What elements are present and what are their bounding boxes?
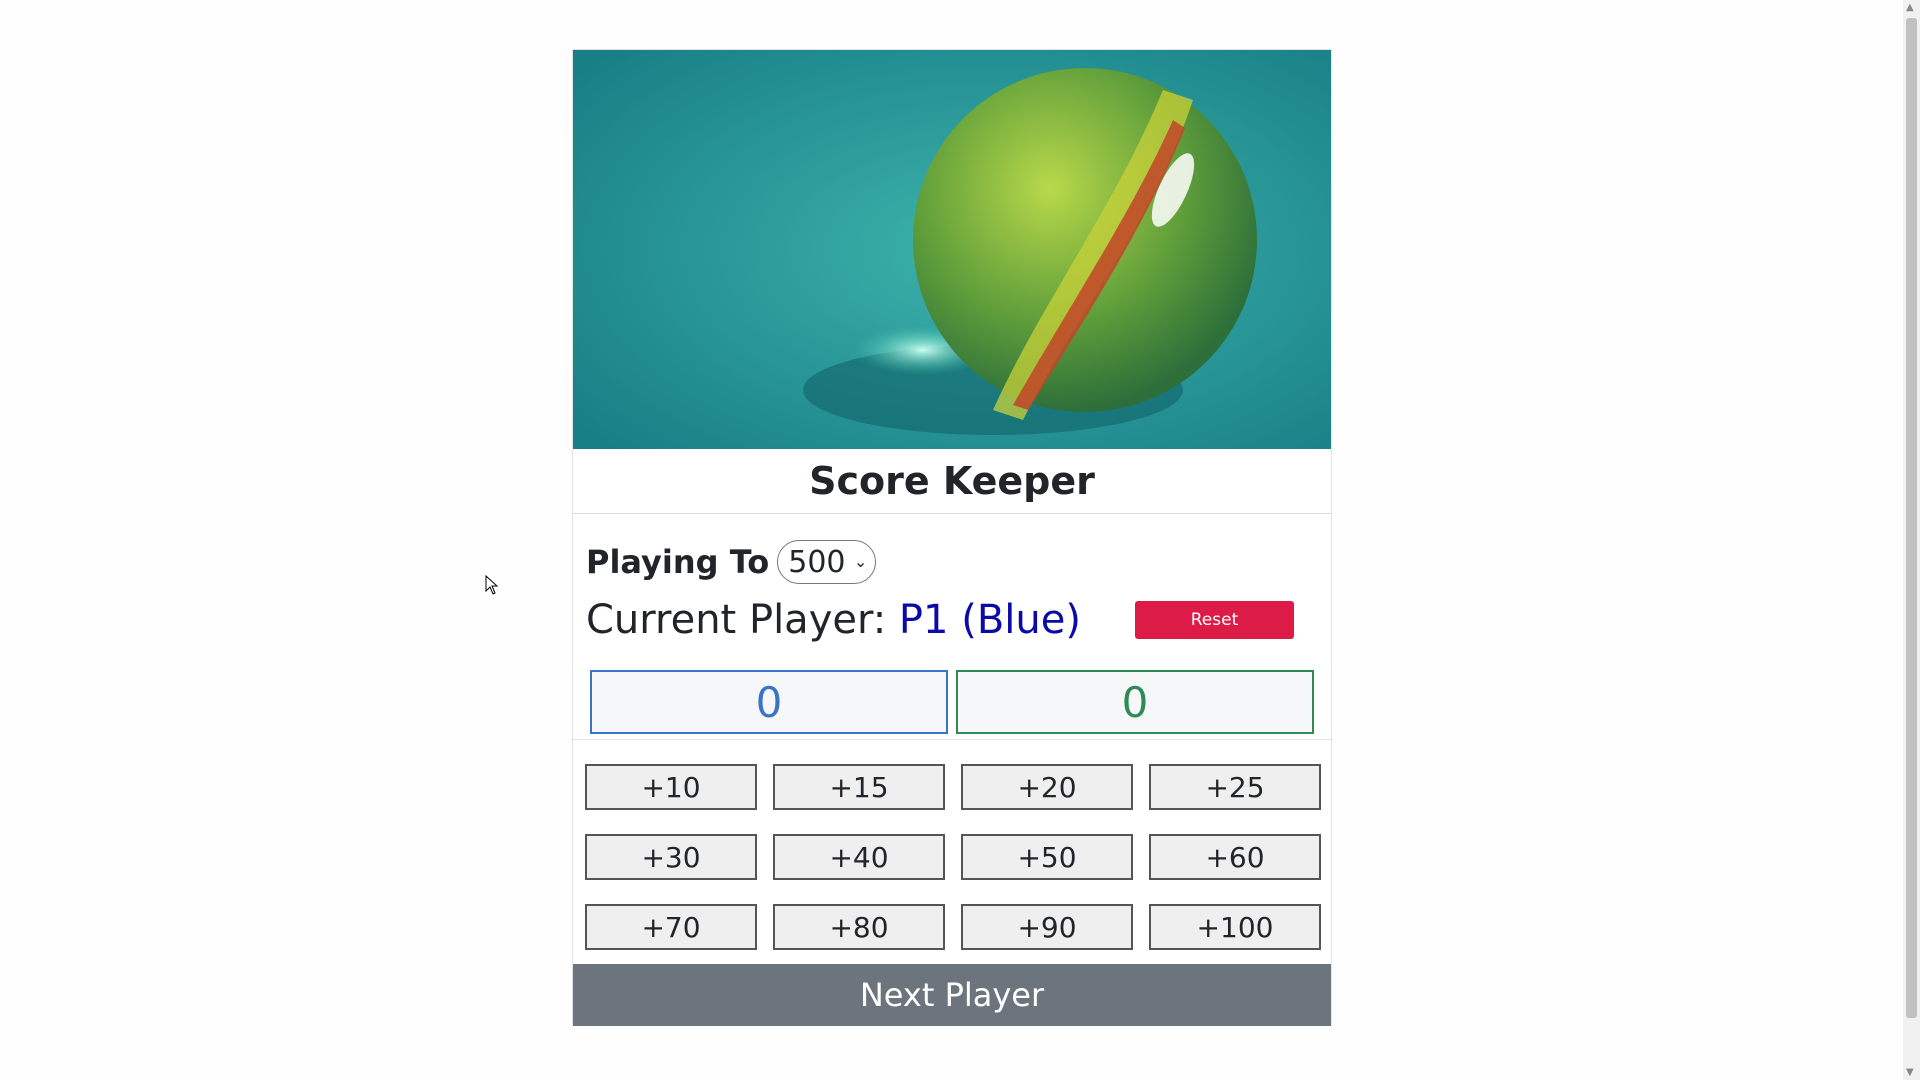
- scrollbar-thumb[interactable]: [1906, 18, 1917, 1018]
- add-10-button[interactable]: +10: [585, 764, 757, 810]
- marble-hero-image: [573, 50, 1331, 449]
- add-90-button[interactable]: +90: [961, 904, 1133, 950]
- p2-score: 0: [956, 670, 1314, 734]
- add-60-button[interactable]: +60: [1149, 834, 1321, 880]
- playing-to-select[interactable]: 500 ⌄: [777, 540, 877, 584]
- score-keeper-card: Score Keeper Playing To 500 ⌄ Current Pl…: [572, 49, 1332, 1026]
- add-15-button[interactable]: +15: [773, 764, 945, 810]
- scroll-up-icon[interactable]: ▲: [1906, 2, 1914, 13]
- mouse-pointer-icon: [485, 574, 499, 599]
- playing-to-label: Playing To: [586, 543, 770, 581]
- marble-image: [573, 50, 1331, 449]
- next-player-button[interactable]: Next Player: [573, 964, 1331, 1026]
- vertical-scrollbar[interactable]: ▲ ▼: [1903, 0, 1920, 1080]
- current-player-name: P1 (Blue): [898, 597, 1081, 643]
- p1-score: 0: [590, 670, 948, 734]
- page-title: Score Keeper: [573, 449, 1331, 514]
- add-20-button[interactable]: +20: [961, 764, 1133, 810]
- current-player-row: Current Player: P1 (Blue) Reset: [586, 590, 1318, 650]
- reset-button[interactable]: Reset: [1135, 601, 1294, 639]
- current-player-text: Current Player: P1 (Blue): [586, 597, 1081, 643]
- add-80-button[interactable]: +80: [773, 904, 945, 950]
- add-50-button[interactable]: +50: [961, 834, 1133, 880]
- current-player-label: Current Player:: [586, 597, 887, 643]
- chevron-down-icon: ⌄: [853, 552, 868, 571]
- playing-to-row: Playing To 500 ⌄: [586, 538, 1318, 586]
- scoreboard: 0 0: [586, 670, 1318, 734]
- scroll-down-icon[interactable]: ▼: [1906, 1067, 1914, 1078]
- game-controls: Playing To 500 ⌄ Current Player: P1 (Blu…: [573, 514, 1331, 740]
- add-70-button[interactable]: +70: [585, 904, 757, 950]
- point-buttons-grid: +10 +15 +20 +25 +30 +40 +50 +60 +70 +80 …: [573, 740, 1331, 964]
- add-25-button[interactable]: +25: [1149, 764, 1321, 810]
- add-30-button[interactable]: +30: [585, 834, 757, 880]
- add-40-button[interactable]: +40: [773, 834, 945, 880]
- add-100-button[interactable]: +100: [1149, 904, 1321, 950]
- playing-to-value: 500: [788, 544, 846, 580]
